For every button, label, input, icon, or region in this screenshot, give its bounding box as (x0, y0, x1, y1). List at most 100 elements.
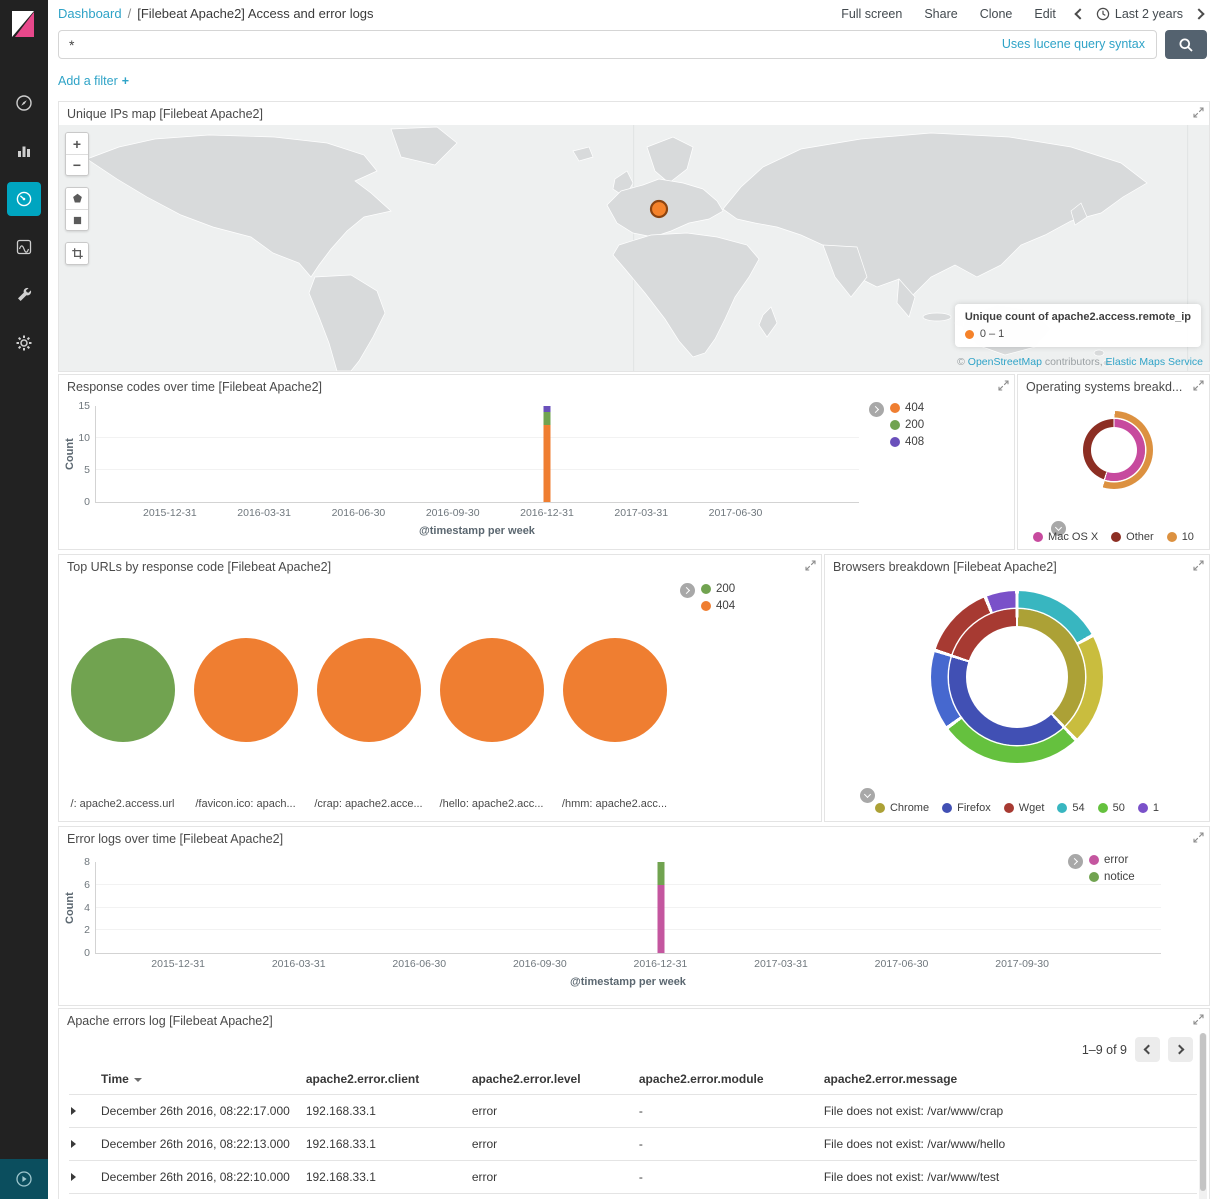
os-donut-chart[interactable] (1075, 411, 1153, 489)
rectangle-select-button[interactable] (66, 209, 88, 230)
pie-slice[interactable] (71, 638, 175, 742)
col-apache2-error-module[interactable]: apache2.error.module (631, 1067, 816, 1095)
search-button[interactable] (1165, 30, 1207, 59)
search-input[interactable] (58, 30, 1157, 59)
elastic-maps-link[interactable]: Elastic Maps Service (1106, 356, 1203, 368)
legend-item[interactable]: 200 (890, 419, 924, 431)
legend-item[interactable]: Wget (1004, 802, 1045, 814)
legend-item[interactable]: notice (1089, 871, 1135, 883)
row-expand-caret[interactable] (71, 1140, 76, 1148)
expand-panel-icon[interactable] (1193, 380, 1204, 391)
bar-segment-200[interactable] (544, 412, 551, 425)
browsers-donut-chart[interactable] (931, 591, 1103, 763)
breadcrumb-dashboard-link[interactable]: Dashboard (58, 6, 122, 21)
bar-segment-408[interactable] (544, 406, 551, 412)
world-map[interactable]: + − (59, 125, 1209, 371)
bar-segment-404[interactable] (544, 425, 551, 502)
time-forward-button[interactable] (1193, 4, 1205, 23)
expand-panel-icon[interactable] (1193, 1014, 1204, 1025)
panel-title[interactable]: Error logs over time [Filebeat Apache2] (67, 832, 283, 846)
panel-title[interactable]: Response codes over time [Filebeat Apach… (67, 380, 322, 394)
map-marker[interactable] (651, 201, 667, 217)
legend-item[interactable]: error (1089, 854, 1135, 866)
sidebar-item-management[interactable] (7, 326, 41, 360)
panel-title[interactable]: Apache errors log [Filebeat Apache2] (67, 1014, 273, 1028)
donut-inner-ring[interactable] (949, 609, 1085, 745)
donut-inner-ring[interactable] (1083, 419, 1145, 481)
col-time[interactable]: Time (93, 1067, 298, 1095)
time-back-button[interactable] (1074, 4, 1086, 23)
legend-item[interactable]: Mac OS X (1033, 531, 1098, 543)
pie-slice[interactable] (440, 638, 544, 742)
expand-panel-icon[interactable] (805, 560, 816, 571)
legend-item[interactable]: Chrome (875, 802, 929, 814)
legend-toggle[interactable] (869, 402, 884, 417)
row-expand-caret[interactable] (71, 1107, 76, 1115)
openstreetmap-link[interactable]: OpenStreetMap (968, 356, 1042, 368)
legend-item[interactable]: Firefox (942, 802, 991, 814)
kibana-logo[interactable] (0, 0, 48, 48)
legend-list: Chrome Firefox Wget 54 50 1 (825, 802, 1209, 814)
sidebar-item-discover[interactable] (7, 86, 41, 120)
legend-item[interactable]: 50 (1098, 802, 1125, 814)
row-expand-cell[interactable] (69, 1161, 93, 1194)
pie-slice[interactable] (563, 638, 667, 742)
error-logs-chart: Count 02468 2015-12-312016-03-312016-06-… (59, 850, 1209, 1005)
pie-slice[interactable] (194, 638, 298, 742)
lucene-syntax-link[interactable]: Uses lucene query syntax (1002, 37, 1145, 51)
pie-slice[interactable] (317, 638, 421, 742)
row-expand-cell[interactable] (69, 1194, 93, 1199)
legend-item[interactable]: 404 (890, 402, 924, 414)
table-cell: File does not exist: /var/www/hello (816, 1128, 1197, 1161)
sidebar-collapse-button[interactable] (0, 1159, 48, 1199)
expand-panel-icon[interactable] (1193, 832, 1204, 843)
legend-item[interactable]: 10 (1167, 531, 1194, 543)
col-apache2-error-level[interactable]: apache2.error.level (464, 1067, 631, 1095)
edit-button[interactable]: Edit (1034, 7, 1056, 21)
sidebar-item-dashboard[interactable] (7, 182, 41, 216)
clone-button[interactable]: Clone (980, 7, 1013, 21)
sort-desc-icon[interactable] (134, 1078, 142, 1082)
fit-bounds-button[interactable] (66, 243, 88, 264)
time-range-button[interactable]: Last 2 years (1096, 7, 1183, 21)
share-button[interactable]: Share (924, 7, 957, 21)
panel-title[interactable]: Operating systems breakd... (1026, 380, 1182, 394)
polygon-select-button[interactable] (66, 188, 88, 209)
table-scrollbar[interactable] (1199, 1033, 1207, 1199)
add-filter-link[interactable]: Add a filter (58, 74, 118, 88)
col-apache2-error-message[interactable]: apache2.error.message (816, 1067, 1197, 1095)
prev-page-button[interactable] (1135, 1037, 1160, 1062)
row-expand-caret[interactable] (71, 1173, 76, 1181)
sidebar-item-visualize[interactable] (7, 134, 41, 168)
next-page-button[interactable] (1168, 1037, 1193, 1062)
legend-item[interactable]: 200 (701, 583, 735, 595)
legend-toggle[interactable] (680, 583, 695, 598)
row-expand-cell[interactable] (69, 1095, 93, 1128)
legend-toggle[interactable] (860, 788, 875, 803)
expand-panel-icon[interactable] (1193, 107, 1204, 118)
col-apache2-error-client[interactable]: apache2.error.client (298, 1067, 464, 1095)
bar-segment-notice[interactable] (657, 862, 664, 885)
legend-item[interactable]: 54 (1057, 802, 1084, 814)
table-cell: - (631, 1161, 816, 1194)
legend-toggle[interactable] (1068, 854, 1083, 869)
expand-panel-icon[interactable] (1193, 560, 1204, 571)
full-screen-button[interactable]: Full screen (841, 7, 902, 21)
bar-segment-error[interactable] (657, 885, 664, 953)
legend-item[interactable]: 404 (701, 600, 735, 612)
zoom-out-button[interactable]: − (66, 154, 88, 175)
panel-title[interactable]: Unique IPs map [Filebeat Apache2] (67, 107, 263, 121)
scrollbar-thumb[interactable] (1200, 1033, 1206, 1191)
panel-title[interactable]: Top URLs by response code [Filebeat Apac… (67, 560, 331, 574)
zoom-in-button[interactable]: + (66, 133, 88, 154)
legend-item[interactable]: 1 (1138, 802, 1159, 814)
panel-title[interactable]: Browsers breakdown [Filebeat Apache2] (833, 560, 1057, 574)
sidebar-item-timelion[interactable] (7, 230, 41, 264)
row-expand-cell[interactable] (69, 1128, 93, 1161)
add-filter-plus-icon[interactable]: + (122, 74, 129, 88)
expand-panel-icon[interactable] (998, 380, 1009, 391)
sidebar-item-dev-tools[interactable] (7, 278, 41, 312)
legend-item[interactable]: 408 (890, 436, 924, 448)
legend-label: 50 (1113, 802, 1125, 814)
legend-item[interactable]: Other (1111, 531, 1154, 543)
